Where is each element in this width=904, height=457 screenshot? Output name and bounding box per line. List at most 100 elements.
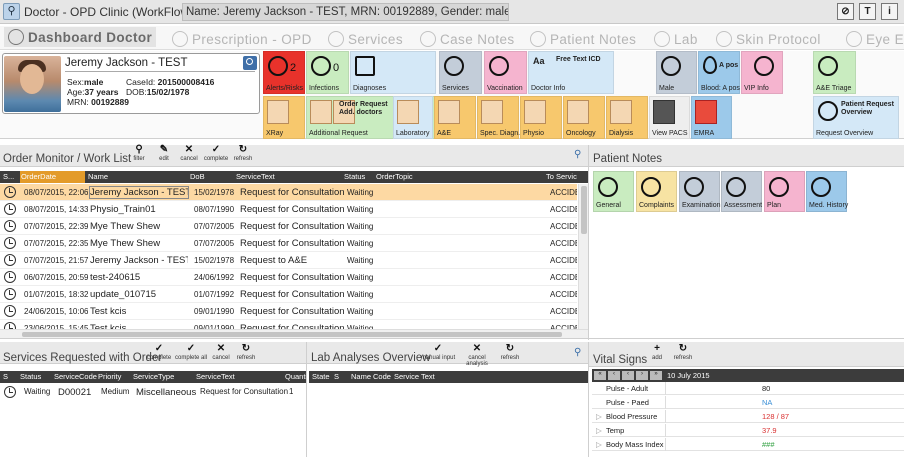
vital-row[interactable]: ▷ Body Mass Index ### [592, 438, 904, 451]
view-pacs-tile[interactable]: View PACS [649, 96, 690, 139]
tab-eye-exam[interactable]: Eye Ex [846, 29, 904, 49]
table-row[interactable]: 06/07/2015, 20:59 test-240615 24/06/1992 Re… [0, 269, 577, 286]
note-tile-general[interactable]: General [593, 171, 634, 212]
tile-label: Plan [767, 202, 782, 209]
ae-order-tile[interactable]: A&E [434, 96, 476, 139]
search-icon[interactable]: ⚲ [3, 3, 20, 20]
cancel-button[interactable]: ✕ cancel [209, 343, 233, 365]
expand-icon[interactable]: ▷ [596, 426, 602, 435]
diagnoses-tile[interactable]: Diagnoses [350, 51, 436, 94]
refresh-button[interactable]: ↻ refresh [671, 343, 695, 365]
case-notes-icon [420, 31, 436, 47]
tile-label: Blood: A pos [701, 85, 740, 92]
order-grid-vscroll[interactable] [578, 184, 588, 329]
services-grid-header: S Status ServiceCode Priority ServiceTyp… [0, 371, 307, 383]
patient-search-icon[interactable] [243, 56, 257, 70]
tab-patient-notes[interactable]: Patient Notes [530, 29, 636, 49]
complete-button[interactable]: ✓ complete [202, 144, 230, 166]
last-page-icon[interactable]: » [650, 371, 662, 380]
search-icon[interactable]: ⚲ [574, 149, 581, 160]
tile-label: A&E Triage [816, 85, 852, 92]
vital-row[interactable]: ▷Pulse - PaedNA [592, 396, 904, 409]
note-tile-examination[interactable]: Examination [679, 171, 721, 212]
order-grid-hscroll[interactable] [0, 329, 588, 338]
refresh-button[interactable]: ↻ refresh [234, 343, 258, 365]
oncology-tile[interactable]: Oncology [563, 96, 605, 139]
infections-tile[interactable]: 0 Infections [306, 51, 349, 94]
blood-type-tile[interactable]: A pos Blood: A pos [698, 51, 740, 94]
note-icon [598, 177, 618, 197]
ae-triage-tile[interactable]: A&E Triage [813, 51, 856, 94]
refresh-button[interactable]: ↻ refresh [498, 343, 522, 365]
vaccination-tile[interactable]: Vaccination [484, 51, 527, 94]
table-row[interactable]: 07/07/2015, 22:35 Mye Thew Shew 07/07/2005… [0, 235, 577, 252]
note-tile-med-history[interactable]: Med. History [806, 171, 848, 212]
tab-prescription-opd[interactable]: Prescription - OPD [172, 29, 312, 49]
complete-button[interactable]: ✓ complete [145, 343, 173, 365]
physio-tile[interactable]: Physio [520, 96, 562, 139]
col-name: Name [88, 172, 109, 181]
table-cell: 07/07/2015, 22:35 [24, 239, 88, 248]
next-day-icon[interactable]: › [636, 371, 648, 380]
request-overview-tile[interactable]: Patient Request Overview Request Overview [813, 96, 899, 139]
table-row[interactable]: 01/07/2015, 18:32 update_010715 01/07/1992… [0, 286, 577, 303]
cancel-button[interactable]: ✕ cancel [177, 144, 201, 166]
vip-info-tile[interactable]: VIP Info [741, 51, 783, 94]
doctor-info-tile[interactable]: Aa Free Text ICD Doctor Info [528, 51, 614, 94]
add-vital-button[interactable]: + add [645, 343, 669, 365]
vital-label: Pulse - Adult [606, 384, 649, 393]
vital-row[interactable]: ▷Pulse - Adult80 [592, 382, 904, 395]
order-grid-body: 08/07/2015, 22:06 Jeremy Jackson - TEST 15… [0, 184, 577, 329]
table-row[interactable]: 08/07/2015, 14:33 Physio_Train01 08/07/199… [0, 201, 577, 218]
first-page-icon[interactable]: « [594, 371, 606, 380]
tab-services[interactable]: Services [328, 29, 403, 49]
prev-day-icon[interactable]: ‹ [622, 371, 634, 380]
table-cell: Request for Consultation [240, 238, 344, 249]
expand-icon[interactable]: ▷ [596, 440, 602, 449]
search-icon[interactable]: ⚲ [574, 347, 581, 358]
gender-tile[interactable]: Male [656, 51, 697, 94]
tile-label: A&E [437, 130, 452, 137]
tab-lab[interactable]: Lab [654, 29, 698, 49]
tab-dashboard-doctor[interactable]: Dashboard Doctor [4, 27, 157, 47]
manual-input-button[interactable]: ✓ manual input [420, 343, 456, 365]
tab-case-notes[interactable]: Case Notes [420, 29, 515, 49]
services-row[interactable]: Waiting D00021 Medium Miscellaneous Requ… [0, 384, 306, 401]
refresh-button[interactable]: ↻ refresh [231, 144, 255, 166]
prev-page-icon[interactable]: ‹ [608, 371, 620, 380]
table-row[interactable]: 07/07/2015, 22:39 Mye Thew Shew 07/07/2005… [0, 218, 577, 235]
font-button[interactable]: T [859, 3, 876, 20]
filter-button[interactable]: ⚲ filter [127, 144, 151, 166]
emra-tile[interactable]: EMRA [691, 96, 732, 139]
edit-button[interactable]: ✎ edit [152, 144, 176, 166]
tile-label: Physio [523, 130, 545, 137]
tile-title: A pos [719, 62, 739, 69]
tile-label: VIP Info [744, 85, 769, 92]
lock-icon-button[interactable]: ⊘ [837, 3, 854, 20]
table-row[interactable]: 24/06/2015, 10:06 Test kcis 09/01/1990 Requ… [0, 303, 577, 320]
table-row[interactable]: 07/07/2015, 21:57 Jeremy Jackson - TEST 15… [0, 252, 577, 269]
table-cell: Waiting [347, 222, 374, 231]
laboratory-tile[interactable]: Laboratory [393, 96, 433, 139]
vital-row[interactable]: ▷ Temp 37.9 [592, 424, 904, 437]
alerts-risks-tile[interactable]: 2 Alerts/Risks [263, 51, 305, 94]
xray-tile[interactable]: XRay [263, 96, 305, 139]
tile-label: Additional Request [309, 130, 368, 137]
note-tile-plan[interactable]: Plan [764, 171, 805, 212]
services-tile[interactable]: Services [439, 51, 482, 94]
help-button[interactable]: i [881, 3, 898, 20]
table-cell: 01/07/1992 [194, 290, 235, 299]
tab-skin-protocol[interactable]: Skin Protocol [716, 29, 821, 49]
request-icon [310, 100, 332, 124]
spec-diagn-tile[interactable]: Spec. Diagn. [477, 96, 520, 139]
check-icon: ✓ [433, 343, 443, 354]
table-row[interactable]: 08/07/2015, 22:06 Jeremy Jackson - TEST 15… [0, 184, 577, 201]
table-row[interactable]: 23/06/2015, 15:45 Test kcis 09/01/1990 Requ… [0, 320, 577, 329]
dialysis-tile[interactable]: Dialysis [606, 96, 648, 139]
vital-row[interactable]: ▷ Blood Pressure 128 / 87 [592, 410, 904, 423]
expand-icon[interactable]: ▷ [596, 412, 602, 421]
complete-all-button[interactable]: ✓ complete all [174, 343, 208, 365]
note-tile-complaints[interactable]: Complaints [636, 171, 677, 212]
note-tile-assessment[interactable]: Assessment [721, 171, 762, 212]
cancel-analysis-button[interactable]: ✕ cancel analysis [457, 343, 497, 367]
